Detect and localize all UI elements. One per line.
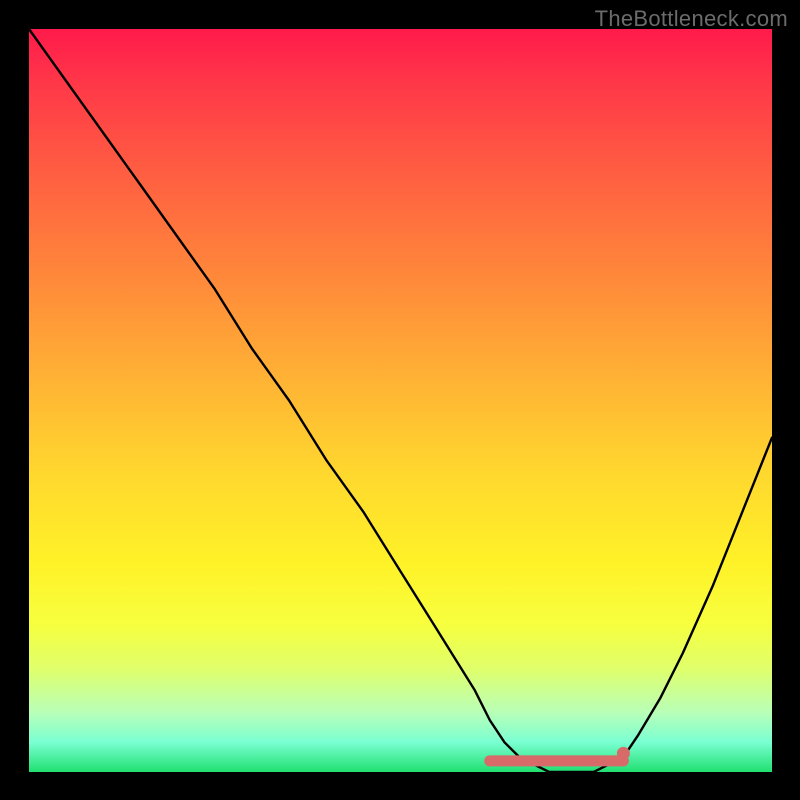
flat-zone-end-marker [617, 747, 630, 760]
bottleneck-curve [29, 29, 772, 772]
chart-frame: TheBottleneck.com [0, 0, 800, 800]
curve-path [29, 29, 772, 772]
plot-area [29, 29, 772, 772]
watermark-text: TheBottleneck.com [595, 6, 788, 32]
curve-layer [29, 29, 772, 772]
